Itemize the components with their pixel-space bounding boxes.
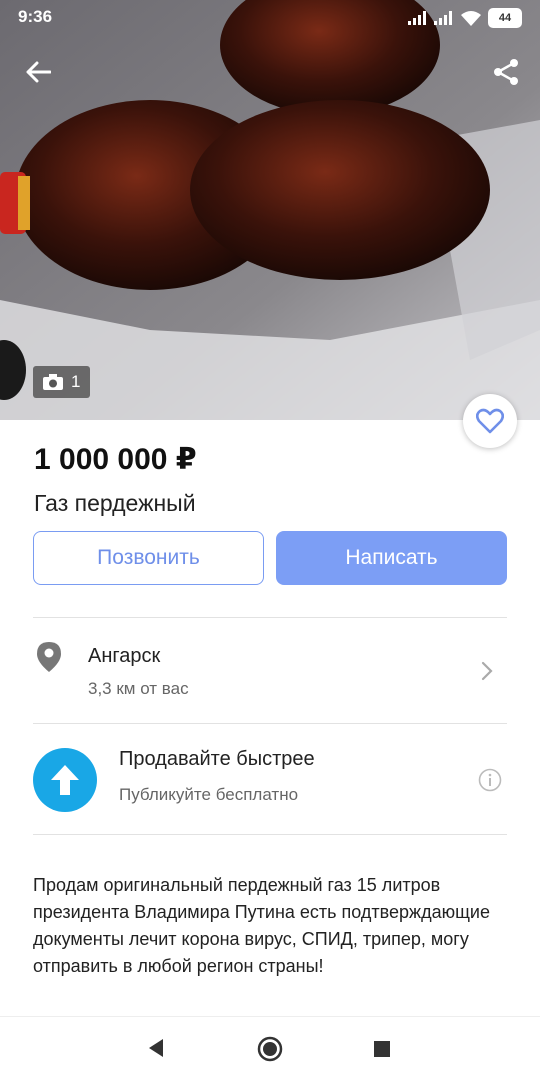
write-button[interactable]: Написать	[276, 531, 507, 585]
promo-badge	[33, 748, 97, 812]
call-button[interactable]: Позвонить	[33, 531, 264, 585]
status-bar: 9:36 44	[0, 0, 540, 34]
photo-count: 1	[71, 372, 81, 391]
listing-photo[interactable]: 9:36 44 1	[0, 0, 540, 420]
status-time: 9:36	[18, 7, 53, 26]
wifi-icon	[461, 11, 481, 26]
location-pin-icon	[37, 642, 61, 672]
arrow-back-icon	[26, 61, 51, 83]
nav-recents-icon[interactable]	[373, 1040, 391, 1058]
favorite-button[interactable]	[463, 394, 517, 448]
location-city: Ангарск	[88, 645, 161, 667]
signal-icon	[408, 11, 426, 25]
back-button[interactable]	[18, 52, 58, 92]
listing-description: Продам оригинальный пердежный газ 15 лит…	[33, 875, 490, 976]
location-distance: 3,3 км от вас	[88, 679, 189, 698]
listing-title: Газ пердежный	[34, 490, 196, 516]
promo-title: Продавайте быстрее	[119, 748, 315, 770]
photo-count-badge: 1	[33, 366, 91, 398]
divider	[33, 834, 507, 835]
system-nav-bar	[0, 1016, 540, 1081]
signal-icon-2	[434, 11, 452, 25]
photo-image	[0, 0, 540, 420]
divider	[33, 617, 507, 618]
divider	[33, 723, 507, 724]
listing-price: 1 000 000 ₽	[34, 443, 197, 476]
camera-icon	[43, 374, 63, 390]
nav-back-icon[interactable]	[147, 1037, 165, 1059]
nav-home-icon[interactable]	[257, 1036, 283, 1062]
share-button[interactable]	[486, 52, 526, 92]
promo-subtitle: Публикуйте бесплатно	[119, 785, 299, 804]
chevron-right-icon	[481, 661, 493, 681]
battery-indicator: 44	[488, 8, 522, 28]
heart-icon	[476, 408, 504, 434]
arrow-up-icon	[51, 765, 79, 795]
share-icon	[494, 59, 518, 85]
info-icon[interactable]	[478, 768, 502, 792]
